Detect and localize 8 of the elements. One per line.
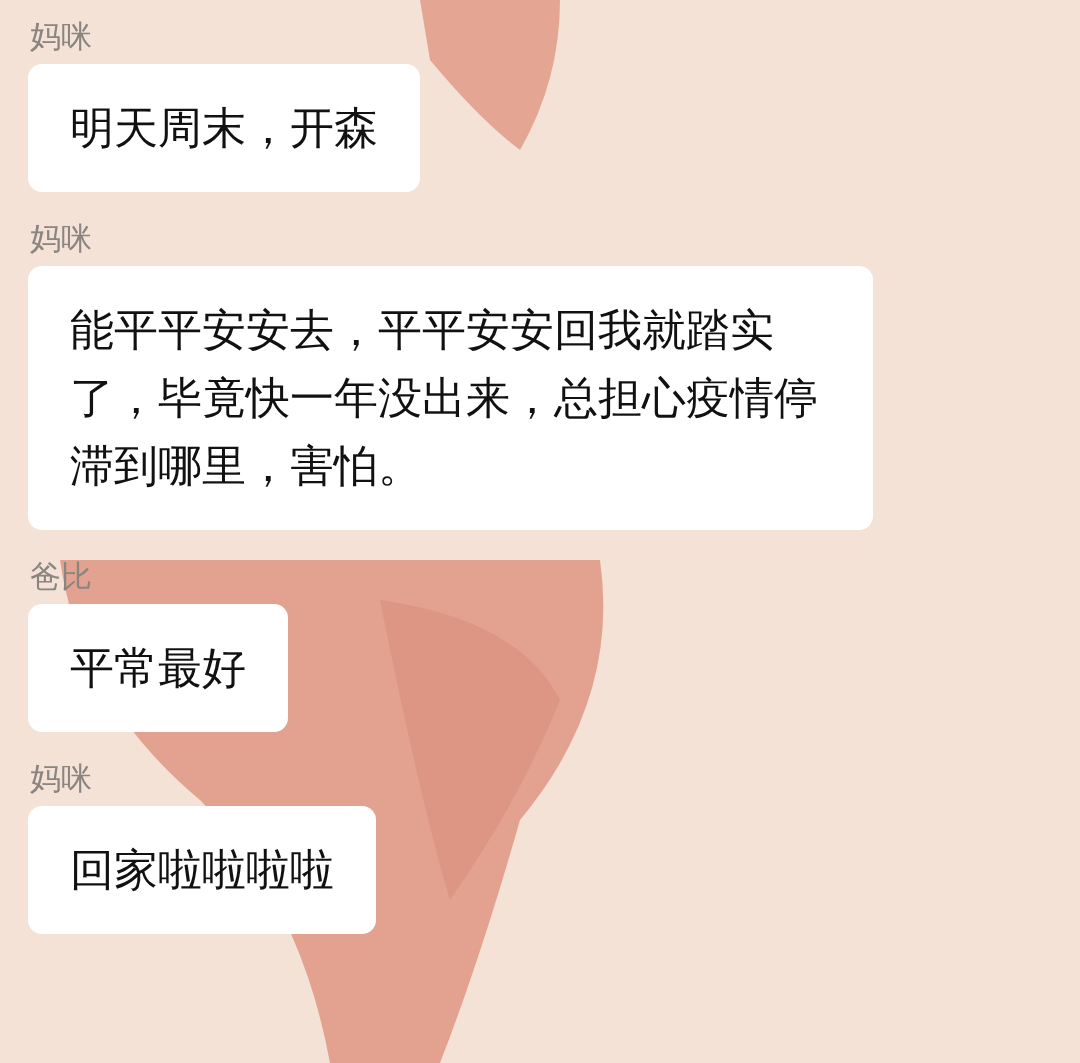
sender-name: 爸比 <box>30 557 92 596</box>
message-bubble: 回家啦啦啦啦 <box>28 806 376 934</box>
message-bubble: 明天周末，开森 <box>28 64 420 192</box>
sender-name: 妈咪 <box>30 759 92 798</box>
sender-name: 妈咪 <box>30 219 92 258</box>
message-bubble: 能平平安安去，平平安安回我就踏实了，毕竟快一年没出来，总担心疫情停滞到哪里，害怕。 <box>28 266 873 530</box>
sender-name: 妈咪 <box>30 17 92 56</box>
message-bubble: 平常最好 <box>28 604 288 732</box>
